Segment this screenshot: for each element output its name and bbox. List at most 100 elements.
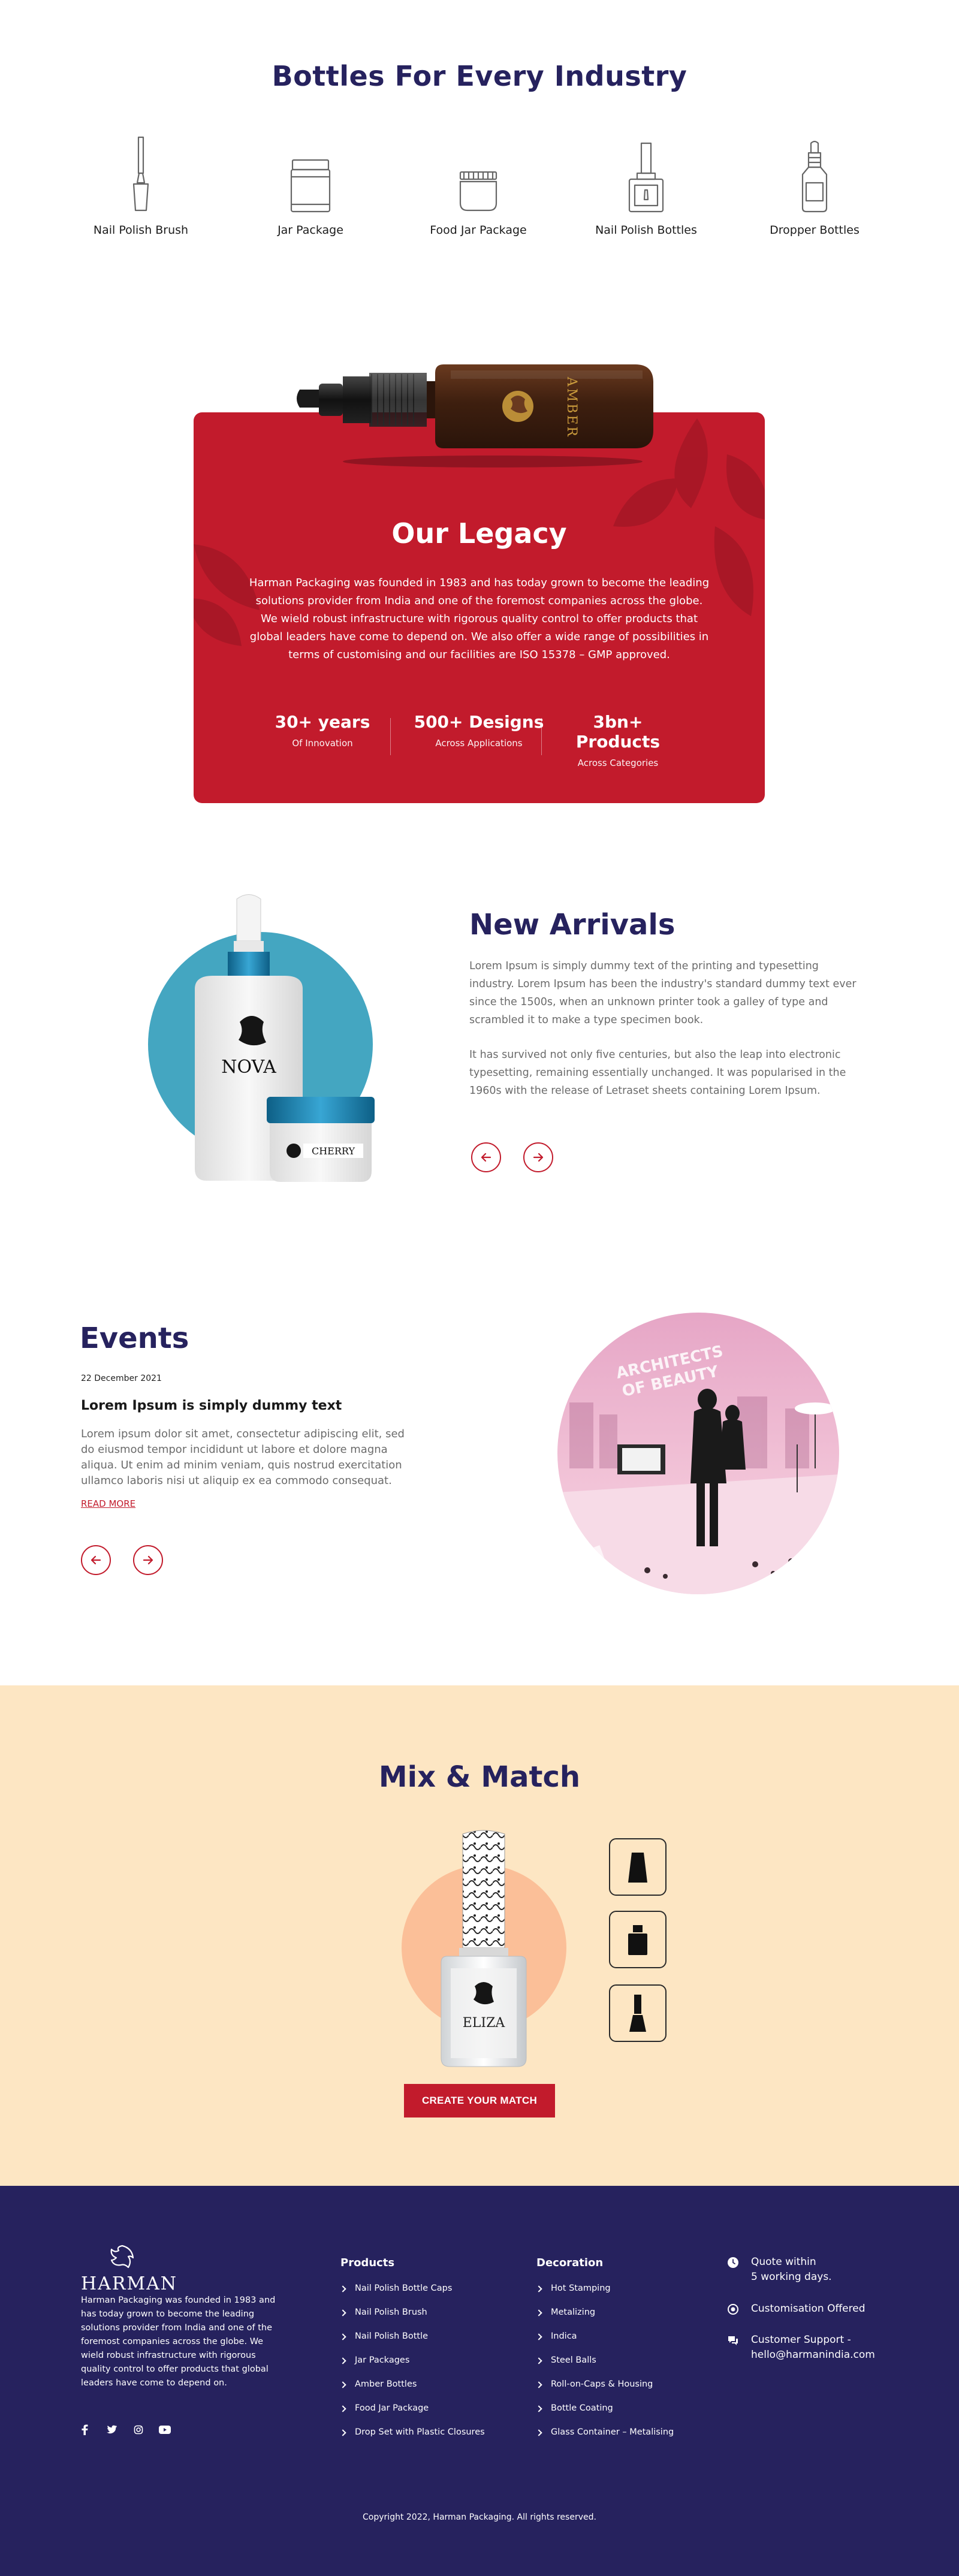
stat-label: Across Applications [435, 738, 523, 749]
amber-bottle-label: AMBER [564, 376, 579, 438]
events-prev-button[interactable] [81, 1545, 111, 1575]
footer-link-label: Nail Polish Bottle Caps [355, 2284, 453, 2293]
footer-link-product[interactable]: Nail Polish Bottle Caps [339, 2284, 485, 2307]
footer-link-label: Drop Set with Plastic Closures [355, 2427, 485, 2437]
industry-item-label: Nail Polish Brush [93, 224, 189, 237]
footer-link-label: Nail Polish Bottle [355, 2331, 429, 2341]
footer-link-decoration[interactable]: Hot Stamping [535, 2284, 674, 2307]
industry-list: Nail Polish Brush Jar Package Food Jar P… [0, 135, 959, 255]
settings-icon [728, 2304, 738, 2315]
footer-link-label: Food Jar Package [355, 2403, 429, 2413]
industry-item-jar-package[interactable]: Jar Package [242, 135, 379, 237]
stat-divider [390, 718, 391, 755]
create-your-match-button[interactable]: CREATE YOUR MATCH [404, 2084, 555, 2117]
mix-and-match-section: Mix & Match ELIZA CREATE YOUR MATCH [0, 1685, 959, 2186]
industry-item-label: Nail Polish Bottles [595, 224, 697, 237]
chevron-right-icon [535, 2405, 542, 2412]
amber-bottle-image: AMBER [297, 364, 653, 467]
instagram-icon [134, 2425, 143, 2435]
footer-link-decoration[interactable]: Roll-on-Caps & Housing [535, 2379, 674, 2403]
product-label-nova: NOVA [221, 1057, 276, 1078]
contact-quote: Quote within 5 working days. [727, 2255, 832, 2285]
arrow-right-icon [143, 1555, 153, 1565]
decoration-list: Hot Stamping Metalizing Indica Steel Bal… [535, 2284, 674, 2451]
chevron-right-icon [535, 2285, 542, 2293]
arrivals-prev-button[interactable] [471, 1142, 501, 1172]
contact-text: Quote within [751, 2256, 816, 2268]
legacy-card: Our Legacy Harman Packaging was founded … [194, 412, 765, 803]
industry-item-label: Jar Package [278, 224, 343, 237]
stat-divider [541, 718, 542, 755]
stat-value: 3bn+ Products [575, 712, 661, 752]
products-heading: Products [340, 2257, 395, 2269]
new-arrivals-paragraph: It has survived not only five centuries,… [469, 1049, 846, 1097]
footer-link-decoration[interactable]: Glass Container – Metalising [535, 2427, 674, 2451]
stat-designs: 500+ Designs Across Applications [410, 712, 548, 749]
footer-link-label: Metalizing [551, 2307, 596, 2317]
stat-label: Of Innovation [292, 738, 353, 749]
event-heading: Lorem Ipsum is simply dummy text [81, 1398, 342, 1413]
site-footer: HARMAN Harman Packaging was founded in 1… [0, 2186, 959, 2576]
industry-item-food-jar[interactable]: Food Jar Package [409, 135, 547, 237]
stat-value: 500+ Designs [414, 712, 544, 732]
youtube-icon [159, 2426, 171, 2434]
footer-link-label: Steel Balls [551, 2355, 596, 2365]
youtube-link[interactable] [158, 2423, 171, 2436]
facebook-link[interactable] [78, 2423, 91, 2436]
footer-link-product[interactable]: Amber Bottles [339, 2379, 485, 2403]
facebook-icon [82, 2424, 88, 2435]
twitter-link[interactable] [105, 2423, 119, 2436]
footer-link-label: Roll-on-Caps & Housing [551, 2379, 653, 2389]
footer-link-label: Indica [551, 2331, 577, 2341]
new-arrivals-title: New Arrivals [469, 908, 675, 942]
support-email: hello@harmanindia.com [751, 2349, 875, 2361]
footer-link-label: Amber Bottles [355, 2379, 417, 2389]
chevron-right-icon [535, 2357, 542, 2364]
footer-link-decoration[interactable]: Metalizing [535, 2307, 674, 2331]
arrivals-next-button[interactable] [523, 1142, 553, 1172]
chevron-right-icon [339, 2357, 346, 2364]
events-next-button[interactable] [133, 1545, 163, 1575]
mix-title: Mix & Match [378, 1760, 581, 1794]
chevron-right-icon [535, 2333, 542, 2340]
products-list: Nail Polish Bottle Caps Nail Polish Brus… [339, 2284, 485, 2451]
stat-years: 30+ years Of Innovation [254, 712, 391, 749]
clock-icon [728, 2257, 738, 2268]
footer-link-product[interactable]: Jar Packages [339, 2355, 485, 2379]
footer-link-label: Glass Container – Metalising [551, 2427, 674, 2437]
harman-logo[interactable]: HARMAN [81, 2245, 176, 2294]
footer-link-product[interactable]: Nail Polish Brush [339, 2307, 485, 2331]
food-jar-icon [459, 171, 497, 212]
footer-link-decoration[interactable]: Steel Balls [535, 2355, 674, 2379]
footer-link-product[interactable]: Nail Polish Bottle [339, 2331, 485, 2355]
footer-link-label: Hot Stamping [551, 2284, 611, 2293]
industry-item-dropper-bottles[interactable]: Dropper Bottles [746, 135, 883, 237]
decoration-heading: Decoration [536, 2257, 604, 2269]
footer-link-product[interactable]: Food Jar Package [339, 2403, 485, 2427]
industry-item-label: Food Jar Package [430, 224, 527, 237]
cap-option-brush[interactable] [609, 1984, 667, 2042]
new-arrivals-paragraph: Lorem Ipsum is simply dummy text of the … [469, 960, 857, 1026]
cap-option-short[interactable] [609, 1838, 667, 1896]
event-description: Lorem ipsum dolor sit amet, consectetur … [81, 1428, 405, 1487]
arrow-left-icon [91, 1555, 101, 1565]
contact-text: Customisation Offered [751, 2303, 865, 2315]
nail-polish-bottle-icon [628, 142, 664, 213]
contact-support[interactable]: Customer Support - hello@harmanindia.com [727, 2333, 875, 2363]
industry-item-nail-polish-brush[interactable]: Nail Polish Brush [72, 135, 210, 237]
event-date: 22 December 2021 [81, 1374, 162, 1383]
footer-link-decoration[interactable]: Indica [535, 2331, 674, 2355]
cap-option-square[interactable] [609, 1911, 667, 1968]
industry-item-nail-polish-bottles[interactable]: Nail Polish Bottles [577, 135, 715, 237]
footer-link-product[interactable]: Drop Set with Plastic Closures [339, 2427, 485, 2451]
chevron-right-icon [339, 2381, 346, 2388]
footer-link-label: Jar Packages [355, 2355, 410, 2365]
footer-link-decoration[interactable]: Bottle Coating [535, 2403, 674, 2427]
event-read-more-link[interactable]: READ MORE [81, 1498, 135, 1509]
copyright-text: Copyright 2022, Harman Packaging. All ri… [363, 2512, 596, 2522]
chevron-right-icon [339, 2285, 346, 2293]
instagram-link[interactable] [132, 2423, 145, 2436]
chevron-right-icon [339, 2309, 346, 2316]
event-photo: ARCHITECTS OF BEAUTY [557, 1313, 839, 1594]
bottle-label-eliza: ELIZA [463, 2016, 506, 2031]
